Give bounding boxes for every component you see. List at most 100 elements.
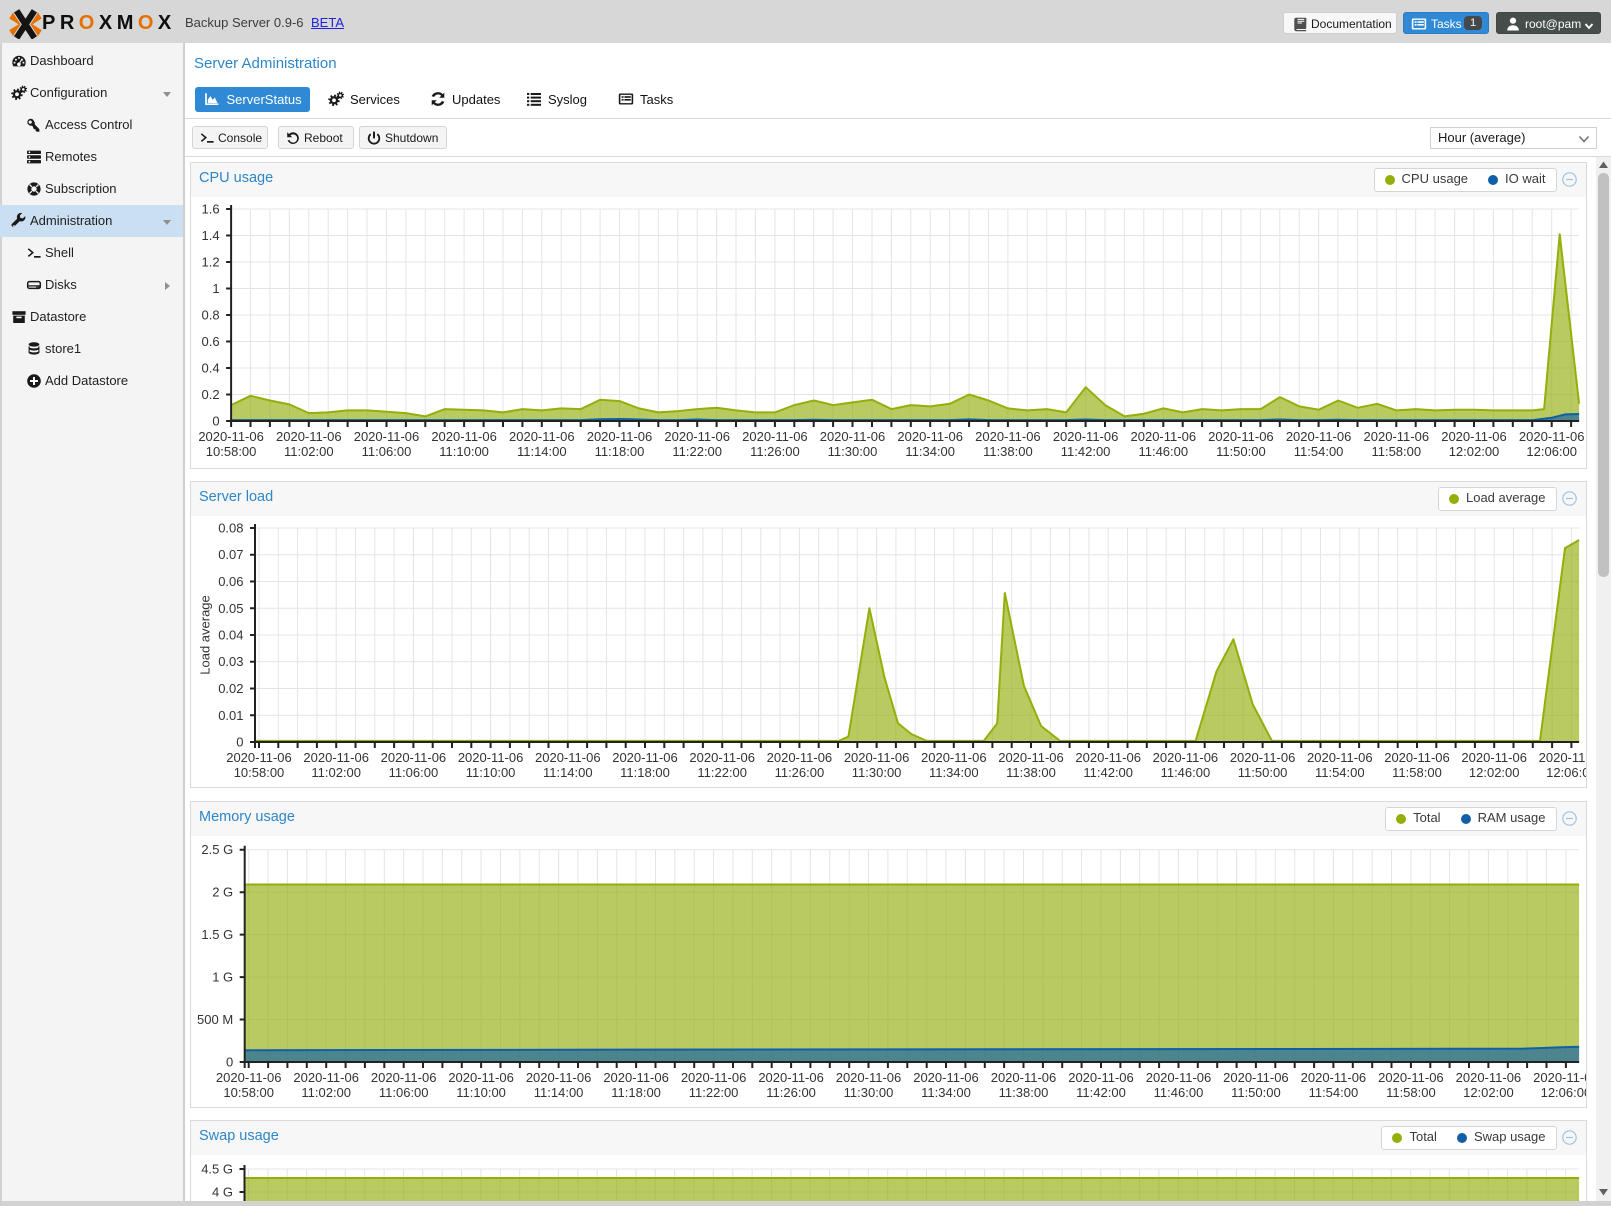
svg-text:11:30:00: 11:30:00 xyxy=(851,765,901,780)
svg-text:0.01: 0.01 xyxy=(218,708,243,723)
svg-text:11:26:00: 11:26:00 xyxy=(766,1085,816,1100)
svg-text:2020-11-06: 2020-11-06 xyxy=(1538,750,1585,765)
svg-text:2.5 G: 2.5 G xyxy=(201,842,233,857)
svg-text:2020-11-06: 2020-11-06 xyxy=(1068,1070,1134,1085)
svg-text:11:06:00: 11:06:00 xyxy=(361,444,411,459)
svg-text:11:58:00: 11:58:00 xyxy=(1392,765,1442,780)
svg-text:2 G: 2 G xyxy=(212,885,233,900)
svg-text:0.6: 0.6 xyxy=(201,334,219,349)
svg-text:11:22:00: 11:22:00 xyxy=(688,1085,738,1100)
svg-text:2020-11-06: 2020-11-06 xyxy=(742,429,808,444)
svg-text:11:30:00: 11:30:00 xyxy=(843,1085,893,1100)
svg-text:2020-11-06: 2020-11-06 xyxy=(689,750,755,765)
svg-text:11:26:00: 11:26:00 xyxy=(750,444,800,459)
svg-text:2020-11-06: 2020-11-06 xyxy=(1378,1070,1444,1085)
svg-text:11:42:00: 11:42:00 xyxy=(1076,1085,1126,1100)
svg-text:11:18:00: 11:18:00 xyxy=(620,765,670,780)
svg-text:0.02: 0.02 xyxy=(218,681,243,696)
svg-text:Load average: Load average xyxy=(197,595,212,675)
svg-text:1.4: 1.4 xyxy=(201,228,219,243)
svg-text:500 M: 500 M xyxy=(197,1012,233,1027)
svg-text:1.6: 1.6 xyxy=(201,202,219,217)
svg-text:11:50:00: 11:50:00 xyxy=(1231,1085,1281,1100)
svg-text:2020-11-06: 2020-11-06 xyxy=(1229,750,1295,765)
svg-text:0.4: 0.4 xyxy=(201,361,219,376)
svg-text:2020-11-06: 2020-11-06 xyxy=(990,1070,1056,1085)
svg-text:11:58:00: 11:58:00 xyxy=(1371,444,1421,459)
svg-text:12:02:00: 12:02:00 xyxy=(1468,765,1519,780)
svg-text:10:58:00: 10:58:00 xyxy=(223,1085,274,1100)
svg-text:2020-11-06: 2020-11-06 xyxy=(1461,750,1527,765)
svg-text:11:58:00: 11:58:00 xyxy=(1386,1085,1436,1100)
svg-text:2020-11-06: 2020-11-06 xyxy=(353,429,419,444)
svg-text:2020-11-06: 2020-11-06 xyxy=(1441,429,1507,444)
svg-text:2020-11-06: 2020-11-06 xyxy=(1223,1070,1289,1085)
svg-text:2020-11-06: 2020-11-06 xyxy=(276,429,342,444)
svg-text:4 G: 4 G xyxy=(212,1185,233,1200)
svg-text:2020-11-06: 2020-11-06 xyxy=(1300,1070,1366,1085)
svg-text:11:34:00: 11:34:00 xyxy=(905,444,955,459)
svg-text:11:22:00: 11:22:00 xyxy=(672,444,722,459)
svg-text:2020-11-06: 2020-11-06 xyxy=(303,750,369,765)
svg-text:2020-11-06: 2020-11-06 xyxy=(198,429,264,444)
svg-text:0.03: 0.03 xyxy=(218,654,243,669)
svg-text:2020-11-06: 2020-11-06 xyxy=(293,1070,359,1085)
svg-text:2020-11-06: 2020-11-06 xyxy=(215,1070,281,1085)
svg-text:2020-11-06: 2020-11-06 xyxy=(431,429,497,444)
svg-text:11:42:00: 11:42:00 xyxy=(1083,765,1133,780)
svg-text:11:14:00: 11:14:00 xyxy=(516,444,566,459)
svg-text:11:54:00: 11:54:00 xyxy=(1293,444,1343,459)
svg-text:0.07: 0.07 xyxy=(218,547,243,562)
svg-text:2020-11-06: 2020-11-06 xyxy=(457,750,523,765)
svg-text:2020-11-06: 2020-11-06 xyxy=(612,750,678,765)
svg-text:12:06:00: 12:06:00 xyxy=(1540,1085,1585,1100)
svg-text:0.8: 0.8 xyxy=(201,308,219,323)
svg-text:2020-11-06: 2020-11-06 xyxy=(1363,429,1429,444)
svg-text:11:10:00: 11:10:00 xyxy=(439,444,489,459)
svg-text:11:14:00: 11:14:00 xyxy=(533,1085,583,1100)
svg-text:11:14:00: 11:14:00 xyxy=(542,765,592,780)
svg-text:11:38:00: 11:38:00 xyxy=(998,1085,1048,1100)
svg-text:2020-11-06: 2020-11-06 xyxy=(1208,429,1274,444)
svg-text:0.2: 0.2 xyxy=(201,387,219,402)
svg-text:11:06:00: 11:06:00 xyxy=(388,765,438,780)
svg-text:0: 0 xyxy=(236,735,243,750)
svg-text:1: 1 xyxy=(212,281,219,296)
svg-text:2020-11-06: 2020-11-06 xyxy=(766,750,832,765)
svg-text:2020-11-06: 2020-11-06 xyxy=(535,750,601,765)
svg-text:11:10:00: 11:10:00 xyxy=(456,1085,506,1100)
svg-text:2020-11-06: 2020-11-06 xyxy=(370,1070,436,1085)
svg-text:11:30:00: 11:30:00 xyxy=(827,444,877,459)
svg-text:2020-11-06: 2020-11-06 xyxy=(921,750,987,765)
svg-text:11:18:00: 11:18:00 xyxy=(594,444,644,459)
svg-text:11:02:00: 11:02:00 xyxy=(311,765,361,780)
svg-text:2020-11-06: 2020-11-06 xyxy=(380,750,446,765)
svg-text:2020-11-06: 2020-11-06 xyxy=(1285,429,1351,444)
svg-text:2020-11-06: 2020-11-06 xyxy=(897,429,963,444)
svg-text:2020-11-06: 2020-11-06 xyxy=(525,1070,591,1085)
svg-text:0.04: 0.04 xyxy=(218,628,243,643)
svg-text:11:46:00: 11:46:00 xyxy=(1153,1085,1203,1100)
svg-text:11:22:00: 11:22:00 xyxy=(697,765,747,780)
svg-text:2020-11-06: 2020-11-06 xyxy=(586,429,652,444)
svg-text:0.06: 0.06 xyxy=(218,574,243,589)
svg-text:11:46:00: 11:46:00 xyxy=(1160,765,1210,780)
svg-text:10:58:00: 10:58:00 xyxy=(233,765,284,780)
svg-text:11:02:00: 11:02:00 xyxy=(301,1085,351,1100)
svg-text:11:34:00: 11:34:00 xyxy=(921,1085,971,1100)
svg-text:2020-11-06: 2020-11-06 xyxy=(603,1070,669,1085)
svg-text:10:58:00: 10:58:00 xyxy=(205,444,256,459)
svg-text:2020-11-06: 2020-11-06 xyxy=(1075,750,1141,765)
svg-text:12:02:00: 12:02:00 xyxy=(1448,444,1499,459)
svg-text:2020-11-06: 2020-11-06 xyxy=(448,1070,514,1085)
svg-text:0.08: 0.08 xyxy=(218,521,243,536)
svg-text:11:18:00: 11:18:00 xyxy=(611,1085,661,1100)
svg-text:2020-11-06: 2020-11-06 xyxy=(664,429,730,444)
svg-text:2020-11-06: 2020-11-06 xyxy=(998,750,1064,765)
svg-text:11:34:00: 11:34:00 xyxy=(928,765,978,780)
svg-text:2020-11-06: 2020-11-06 xyxy=(1455,1070,1521,1085)
svg-text:0.05: 0.05 xyxy=(218,601,243,616)
svg-text:11:10:00: 11:10:00 xyxy=(465,765,515,780)
svg-text:2020-11-06: 2020-11-06 xyxy=(1384,750,1450,765)
svg-text:1.2: 1.2 xyxy=(201,255,219,270)
